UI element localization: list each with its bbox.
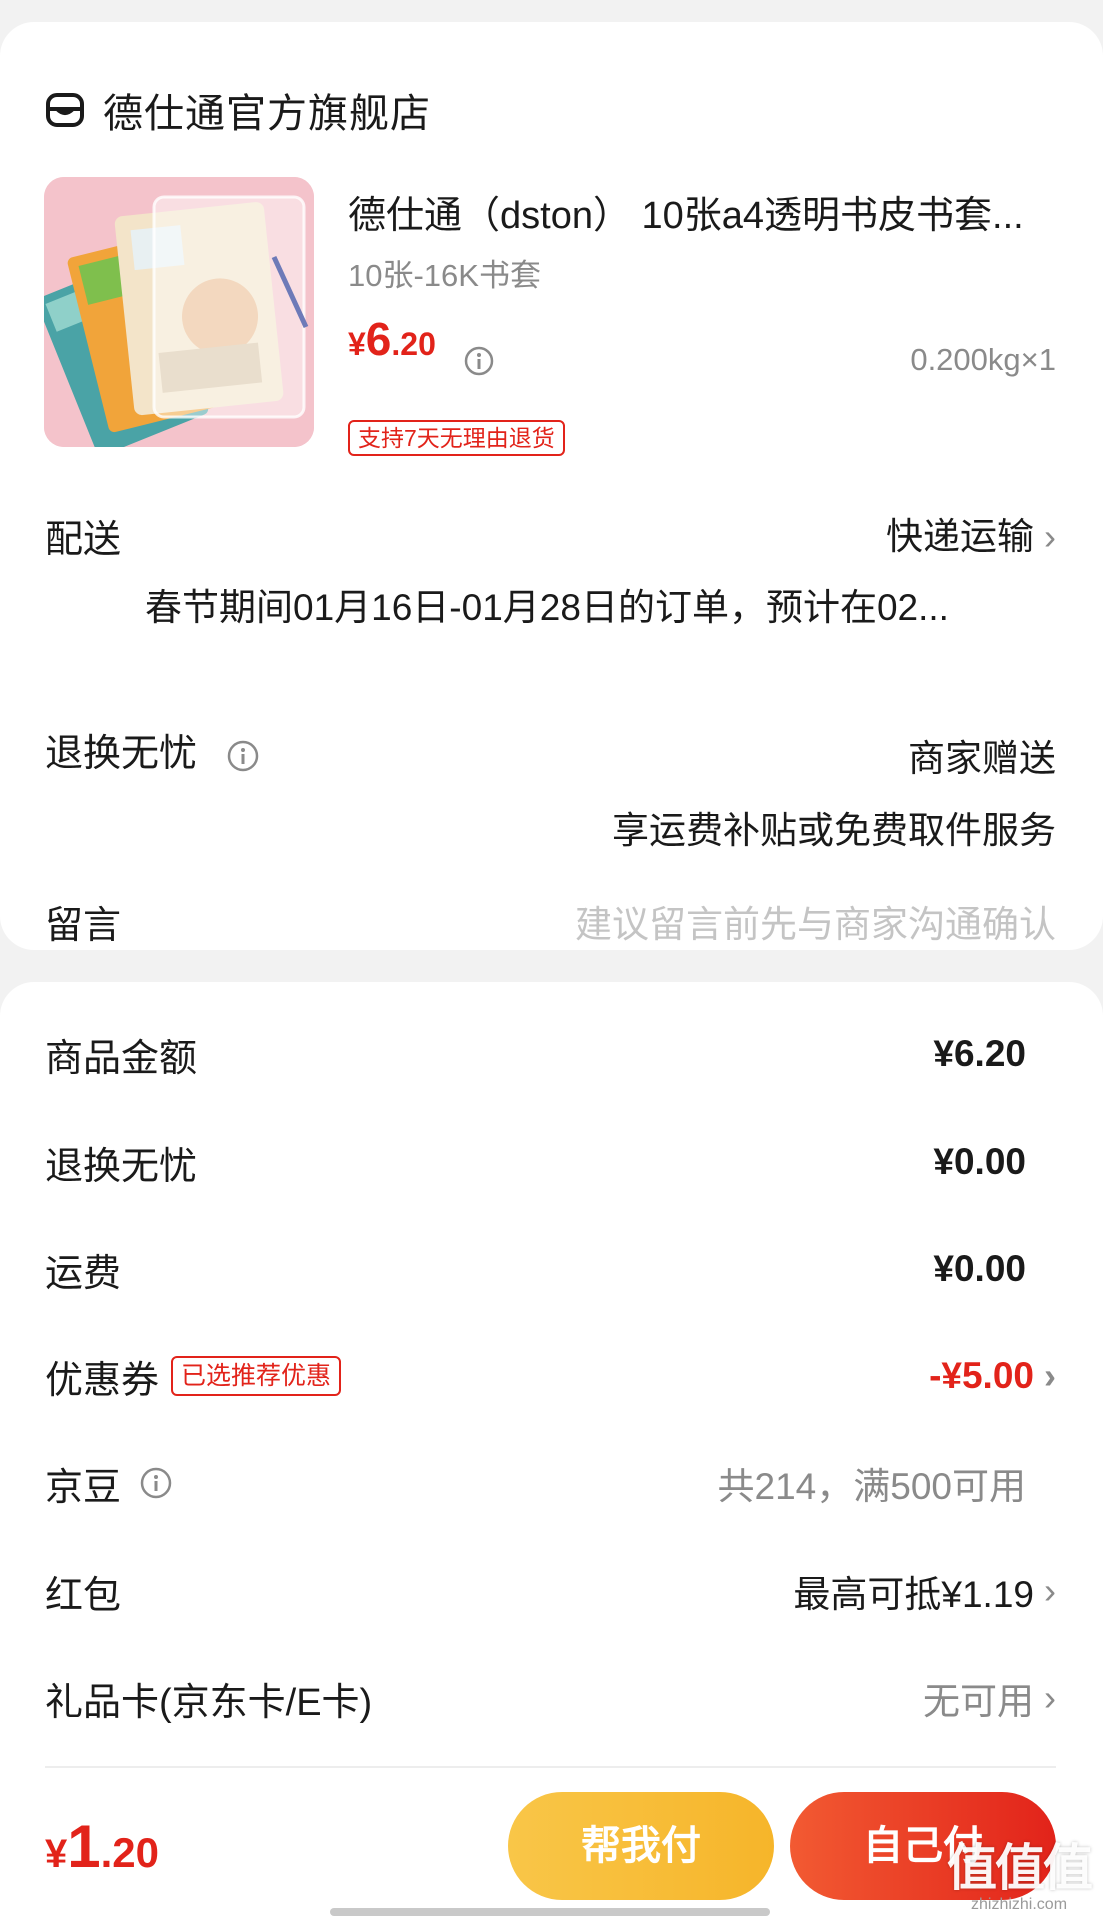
help-pay-button[interactable]: 帮我付	[508, 1792, 774, 1900]
gift-card-value: 无可用 ›	[923, 1677, 1056, 1722]
divider	[45, 1766, 1056, 1768]
total-price: ¥1.20	[45, 1813, 160, 1880]
coupon-label-text: 优惠券	[45, 1359, 160, 1402]
message-input[interactable]: 建议留言前先与商家沟通确认	[575, 894, 1056, 948]
message-label: 留言	[45, 905, 122, 947]
goods-amount-label: 商品金额	[45, 1037, 198, 1080]
chevron-right-icon: ›	[1044, 1677, 1056, 1718]
store-row[interactable]: 德仕通官方旗舰店	[45, 84, 431, 136]
weight-quantity: 0.200kg×1	[910, 342, 1056, 377]
watermark-text: 值值值	[947, 1840, 1093, 1896]
chevron-right-icon: ›	[1044, 516, 1056, 557]
checkout-bar: ¥1.20 帮我付 自己付 值值值 zhizhizhi.com	[0, 1770, 1103, 1920]
coupon-selected-tag: 已选推荐优惠	[171, 1356, 342, 1396]
coupon-row[interactable]: 优惠券 已选推荐优惠 -¥5.00 ›	[45, 1346, 1056, 1406]
home-indicator	[330, 1908, 770, 1916]
product-price: ¥6.20	[348, 313, 436, 365]
goods-amount-value: ¥6.20	[933, 1033, 1026, 1074]
product-title[interactable]: 德仕通（dston） 10张a4透明书皮书套...	[348, 184, 1058, 239]
price-info-icon[interactable]	[463, 345, 495, 377]
info-icon[interactable]	[226, 739, 260, 773]
return-worry-label: 退换无忧	[45, 722, 260, 777]
product-thumbnail[interactable]	[44, 177, 314, 447]
delivery-label: 配送	[45, 519, 122, 561]
return-worry-fee-label: 退换无忧	[45, 1145, 198, 1188]
chevron-right-icon: ›	[1044, 1570, 1056, 1611]
red-packet-value: 最高可抵¥1.19 ›	[793, 1570, 1056, 1615]
info-icon[interactable]	[139, 1466, 173, 1500]
red-packet-label: 红包	[45, 1574, 122, 1617]
return-worry-desc: 享运费补贴或免费取件服务	[612, 810, 1056, 851]
return-worry-fee-row: 退换无忧 ¥0.00	[45, 1132, 1056, 1192]
product-spec: 10张-16K书套	[348, 258, 541, 293]
shipping-fee-value: ¥0.00	[933, 1248, 1026, 1289]
return-policy-badge: 支持7天无理由退货	[348, 420, 565, 456]
store-icon	[46, 93, 84, 127]
delivery-method-text: 快递运输	[886, 516, 1034, 557]
watermark-logo: 值值值 zhizhizhi.com	[947, 1828, 1093, 1914]
jingdou-label: 京豆	[45, 1453, 173, 1513]
jingdou-label-text: 京豆	[45, 1466, 122, 1509]
return-worry-label-text: 退换无忧	[45, 733, 198, 775]
jingdou-value: 共214，满500可用	[717, 1466, 1026, 1507]
jingdou-row: 京豆 共214，满500可用	[45, 1453, 1056, 1513]
order-confirm-page: 德仕通官方旗舰店 德仕通（dston） 10张a4透明书皮书套... 10张-1…	[0, 0, 1103, 1920]
chevron-right-icon: ›	[1044, 1355, 1056, 1396]
delivery-note: 春节期间01月16日-01月28日的订单，预计在02...	[145, 587, 949, 628]
store-name: 德仕通官方旗舰店	[103, 92, 431, 136]
order-item-card: 德仕通官方旗舰店 德仕通（dston） 10张a4透明书皮书套... 10张-1…	[0, 22, 1103, 950]
return-worry-value: 商家赠送	[908, 738, 1056, 779]
coupon-label: 优惠券 已选推荐优惠	[45, 1346, 342, 1406]
delivery-method[interactable]: 快递运输 ›	[886, 506, 1056, 560]
shipping-fee-label: 运费	[45, 1252, 122, 1295]
goods-amount-row: 商品金额 ¥6.20	[45, 1024, 1056, 1084]
shipping-fee-row: 运费 ¥0.00	[45, 1239, 1056, 1299]
product-image	[44, 177, 314, 447]
gift-card-label: 礼品卡(京东卡/E卡)	[45, 1681, 373, 1724]
return-worry-fee-value: ¥0.00	[933, 1141, 1026, 1182]
gift-card-row[interactable]: 礼品卡(京东卡/E卡) 无可用 ›	[45, 1668, 1056, 1728]
red-packet-row[interactable]: 红包 最高可抵¥1.19 ›	[45, 1561, 1056, 1621]
coupon-value: -¥5.00 ›	[929, 1355, 1056, 1396]
